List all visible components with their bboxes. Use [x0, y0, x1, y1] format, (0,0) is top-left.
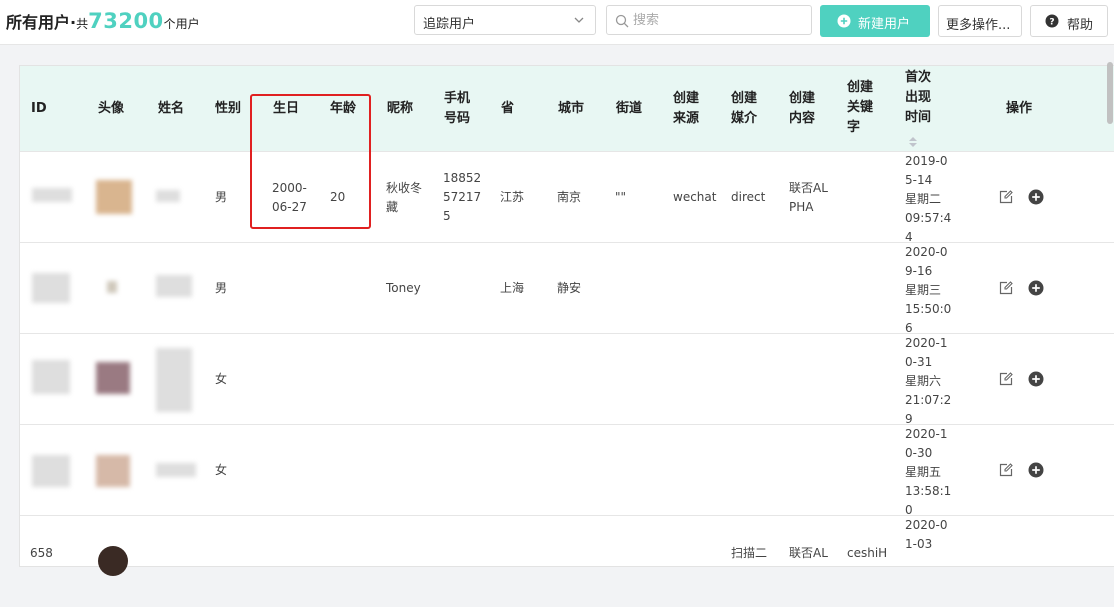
new-user-label: 新建用户 — [858, 17, 911, 32]
col-name[interactable]: 姓名 — [158, 99, 184, 119]
id-redacted — [32, 360, 70, 394]
first-seen-cell: 2020-1 0-30 星期五 13:58:1 0 — [905, 427, 952, 517]
gender-cell: 女 — [215, 463, 228, 477]
province-cell: 江苏 — [500, 190, 525, 204]
table-row: 男 2000- 06-27 20 秋收冬 藏 18852 57217 5 江苏 … — [20, 151, 1114, 244]
chevron-down-icon — [574, 17, 584, 23]
table-header: ID 头像 姓名 性别 生日 年龄 昵称 手机 号码 省 城市 街道 创建 来源… — [20, 66, 1114, 151]
table-row: 女 2020-1 0-30 星期五 13:58:1 0 — [20, 424, 1114, 517]
avatar — [107, 281, 117, 293]
edit-icon[interactable] — [998, 371, 1014, 387]
count-prefix: 共 — [76, 17, 89, 31]
city-cell: 静安 — [557, 281, 582, 295]
count-suffix: 个用户 — [163, 17, 200, 31]
medium-cell: 扫描二 — [731, 546, 768, 560]
sort-icon[interactable] — [909, 137, 917, 147]
first-seen-cell: 2019-0 5-14 星期二 09:57:4 4 — [905, 154, 952, 244]
nickname-cell: 秋收冬 藏 — [386, 181, 423, 214]
col-province[interactable]: 省 — [501, 99, 514, 119]
avatar — [98, 546, 128, 576]
id-redacted — [32, 188, 72, 202]
edit-icon[interactable] — [998, 462, 1014, 478]
col-id[interactable]: ID — [31, 99, 47, 119]
keyword-cell: ceshiH — [847, 546, 888, 560]
name-redacted — [156, 463, 196, 477]
province-cell: 上海 — [500, 281, 525, 295]
id-redacted — [32, 273, 70, 303]
gender-cell: 男 — [215, 281, 228, 295]
user-filter-value: 追踪用户 — [423, 17, 476, 32]
more-actions-label: 更多操作... — [946, 18, 1011, 33]
search-box[interactable] — [606, 5, 812, 35]
more-actions-button[interactable]: 更多操作... — [938, 5, 1022, 37]
user-table: ID 头像 姓名 性别 生日 年龄 昵称 手机 号码 省 城市 街道 创建 来源… — [19, 65, 1114, 576]
first-seen-cell: 2020-0 9-16 星期三 15:50:0 6 — [905, 245, 952, 335]
name-redacted — [156, 348, 192, 412]
col-city[interactable]: 城市 — [558, 99, 584, 119]
nickname-cell: Toney — [386, 281, 421, 295]
table-row: 女 2020-1 0-31 星期六 21:07:2 9 — [20, 333, 1114, 426]
id-redacted — [32, 455, 70, 487]
col-street[interactable]: 街道 — [616, 99, 642, 119]
gender-cell: 男 — [215, 190, 228, 204]
col-avatar: 头像 — [98, 101, 125, 116]
medium-cell: direct — [731, 190, 766, 204]
highlight-box — [250, 94, 371, 229]
col-phone[interactable]: 手机 号码 — [444, 89, 470, 129]
plus-circle-icon — [837, 14, 851, 28]
phone-cell: 18852 57217 5 — [443, 171, 482, 223]
help-icon: ? — [1045, 14, 1059, 28]
col-keyword[interactable]: 创建 关键 字 — [847, 78, 873, 138]
avatar — [96, 362, 130, 394]
avatar — [96, 180, 132, 214]
table-row: 男 Toney 上海 静安 2020-0 9-16 星期三 15:50:0 6 — [20, 242, 1114, 335]
page-title: 所有用户· 共 73200 个用户 — [6, 9, 200, 33]
col-source[interactable]: 创建 来源 — [673, 89, 699, 129]
table-row: 658 扫描二 联否AL ceshiH 2020-0 1-03 — [20, 515, 1114, 607]
new-user-button[interactable]: 新建用户 — [820, 5, 930, 37]
first-seen-cell: 2020-1 0-31 星期六 21:07:2 9 — [905, 336, 952, 426]
help-label: 帮助 — [1067, 18, 1094, 33]
source-cell: wechat — [673, 190, 717, 204]
first-seen-cell: 2020-0 1-03 — [905, 518, 948, 551]
col-gender[interactable]: 性别 — [215, 99, 241, 119]
col-content[interactable]: 创建 内容 — [789, 89, 815, 129]
street-cell: "" — [615, 190, 627, 204]
col-nickname[interactable]: 昵称 — [387, 99, 413, 119]
user-count: 73200 — [88, 9, 164, 33]
svg-text:?: ? — [1049, 18, 1054, 28]
col-first-seen[interactable]: 首次 出现 时间 — [905, 68, 931, 128]
edit-icon[interactable] — [998, 280, 1014, 296]
add-circle-icon[interactable] — [1028, 280, 1044, 296]
user-filter-select[interactable]: 追踪用户 — [414, 5, 596, 35]
search-input[interactable] — [633, 10, 803, 30]
id-cell: 658 — [30, 546, 53, 560]
help-button[interactable]: ? 帮助 — [1030, 5, 1108, 37]
add-circle-icon[interactable] — [1028, 371, 1044, 387]
avatar — [96, 455, 130, 487]
search-icon — [615, 14, 629, 28]
page-title-text: 所有用户· — [6, 13, 77, 32]
add-circle-icon[interactable] — [1028, 189, 1044, 205]
city-cell: 南京 — [557, 190, 582, 204]
vertical-scrollbar[interactable] — [1107, 62, 1113, 124]
top-bar: 所有用户· 共 73200 个用户 追踪用户 新建用户 更多操作... ? 帮助 — [0, 0, 1114, 45]
gender-cell: 女 — [215, 372, 228, 386]
col-actions: 操作 — [1006, 101, 1033, 116]
name-redacted — [156, 275, 192, 297]
content-cell: 联否AL PHA — [789, 181, 828, 214]
col-medium[interactable]: 创建 媒介 — [731, 89, 757, 129]
content-cell: 联否AL — [789, 546, 828, 560]
name-redacted — [156, 190, 180, 202]
add-circle-icon[interactable] — [1028, 462, 1044, 478]
edit-icon[interactable] — [998, 189, 1014, 205]
